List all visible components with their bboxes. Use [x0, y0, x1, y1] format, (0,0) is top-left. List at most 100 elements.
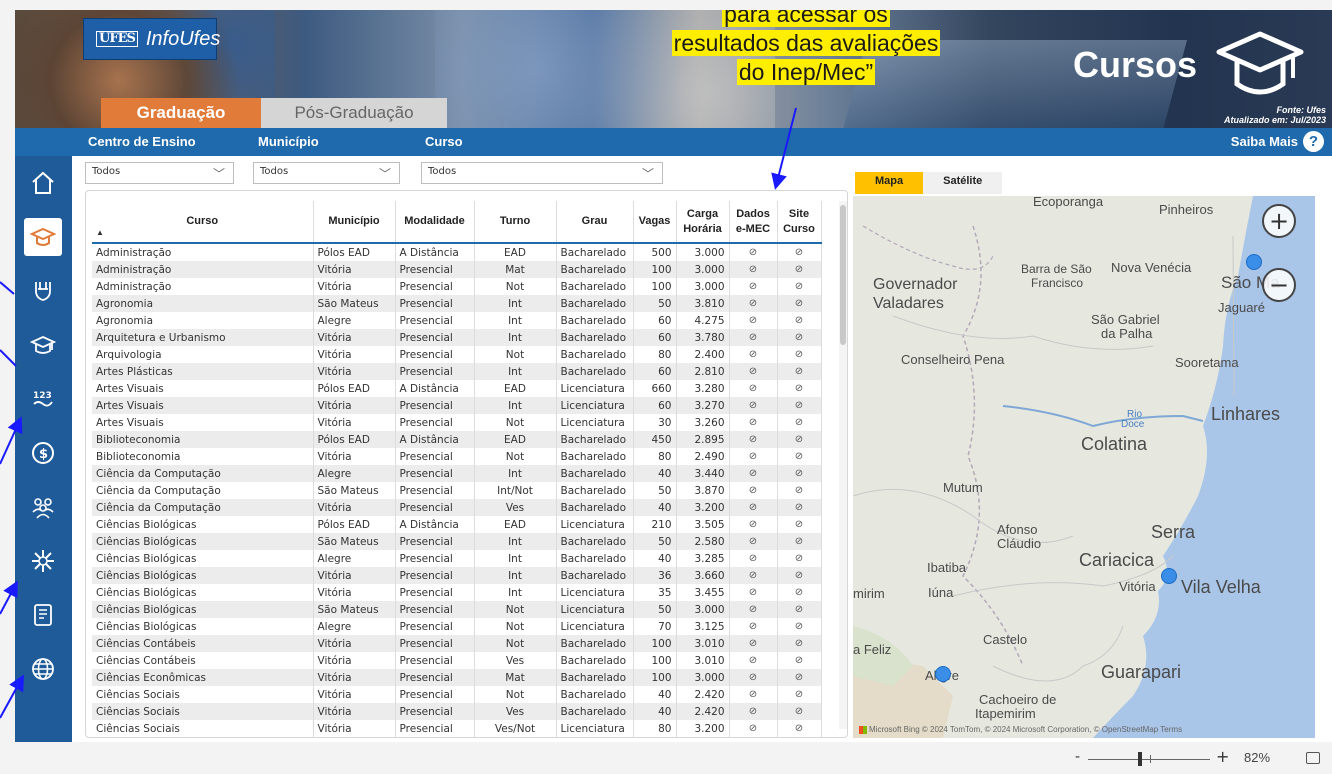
emec-link-icon[interactable]: ⊘ [749, 706, 757, 717]
site-link-icon[interactable]: ⊘ [795, 298, 803, 309]
site-link-icon[interactable]: ⊘ [795, 468, 803, 479]
table-row[interactable]: Ciências Biológicas Vitória Presencial Int B… [92, 567, 822, 584]
site-link-icon[interactable]: ⊘ [795, 570, 803, 581]
column-header-carga-horaria[interactable]: Carga Horária [676, 201, 730, 244]
emec-link-icon[interactable]: ⊘ [749, 519, 757, 530]
sidebar-item-inovacao[interactable] [24, 542, 62, 580]
site-link-icon[interactable]: ⊘ [795, 451, 803, 462]
tab-pos-graduacao[interactable]: Pós-Graduação [261, 98, 447, 128]
emec-link-icon[interactable]: ⊘ [749, 655, 757, 666]
emec-link-icon[interactable]: ⊘ [749, 570, 757, 581]
site-link-icon[interactable]: ⊘ [795, 655, 803, 666]
sidebar-item-documentos[interactable] [24, 596, 62, 634]
emec-link-icon[interactable]: ⊘ [749, 553, 757, 564]
site-link-icon[interactable]: ⊘ [795, 485, 803, 496]
site-link-icon[interactable]: ⊘ [795, 621, 803, 632]
site-link-icon[interactable]: ⊘ [795, 689, 803, 700]
sidebar-item-orcamento[interactable]: $ [24, 434, 62, 472]
zoom-out-control[interactable]: - [1075, 749, 1080, 765]
site-link-icon[interactable]: ⊘ [795, 434, 803, 445]
table-row[interactable]: Administração Vitória Presencial Not Bachare… [92, 278, 822, 295]
emec-link-icon[interactable]: ⊘ [749, 366, 757, 377]
campus-pin-sao-mateus[interactable] [1246, 254, 1262, 270]
site-link-icon[interactable]: ⊘ [795, 247, 803, 258]
site-link-icon[interactable]: ⊘ [795, 502, 803, 513]
tab-mapa[interactable]: Mapa [855, 172, 924, 194]
site-link-icon[interactable]: ⊘ [795, 587, 803, 598]
column-header-dados-emec[interactable]: Dados e-MEC [729, 201, 778, 244]
site-link-icon[interactable]: ⊘ [795, 519, 803, 530]
table-scrollbar-thumb[interactable] [840, 205, 846, 345]
zoom-slider-thumb[interactable] [1138, 752, 1142, 766]
emec-link-icon[interactable]: ⊘ [749, 383, 757, 394]
column-header-municipio[interactable]: Município [313, 201, 396, 244]
emec-link-icon[interactable]: ⊘ [749, 298, 757, 309]
emec-link-icon[interactable]: ⊘ [749, 638, 757, 649]
table-row[interactable]: Arquitetura e Urbanismo Vitória Presencial… [92, 329, 822, 346]
emec-link-icon[interactable]: ⊘ [749, 723, 757, 734]
emec-link-icon[interactable]: ⊘ [749, 332, 757, 343]
table-row[interactable]: Ciências Sociais Vitória Presencial Ves Bach… [92, 703, 822, 720]
site-link-icon[interactable]: ⊘ [795, 417, 803, 428]
sidebar-item-internacional[interactable] [24, 650, 62, 688]
emec-link-icon[interactable]: ⊘ [749, 587, 757, 598]
infoufes-logo[interactable]: UFES InfoUfes [83, 18, 220, 60]
municipio-dropdown[interactable]: Todos ﹀ [253, 162, 400, 184]
tab-graduacao[interactable]: Graduação [101, 98, 261, 128]
table-row[interactable]: Administração Vitória Presencial Mat Bachare… [92, 261, 822, 278]
sidebar-item-cursos[interactable] [24, 218, 62, 256]
curso-dropdown[interactable]: Todos ﹀ [421, 162, 663, 184]
table-row[interactable]: Cinema e AudiovisualVitóriaPresencialNot… [92, 737, 821, 738]
sidebar-item-pessoas[interactable] [24, 488, 62, 526]
emec-link-icon[interactable]: ⊘ [749, 604, 757, 615]
site-link-icon[interactable]: ⊘ [795, 604, 803, 615]
table-row[interactable]: Artes Visuais Vitória Presencial Not Licenci… [92, 414, 822, 431]
emec-link-icon[interactable]: ⊘ [749, 485, 757, 496]
emec-link-icon[interactable]: ⊘ [749, 672, 757, 683]
table-row[interactable]: Ciências Contábeis Vitória Presencial Not Ba… [92, 635, 822, 652]
table-row[interactable]: Ciências Contábeis Vitória Presencial Ves Ba… [92, 652, 822, 669]
table-row[interactable]: Arquivologia Vitória Presencial Not Bacharel… [92, 346, 822, 363]
sidebar-item-numeros[interactable]: 123 [24, 380, 62, 418]
emec-link-icon[interactable]: ⊘ [749, 417, 757, 428]
table-row[interactable]: Ciências Econômicas Vitória Presencial Mat B… [92, 669, 822, 686]
table-row[interactable]: Artes Visuais Pólos EAD A Distância EAD Lice… [92, 380, 822, 397]
table-row[interactable]: Ciências Biológicas Alegre Presencial Int Ba… [92, 550, 822, 567]
site-link-icon[interactable]: ⊘ [795, 672, 803, 683]
emec-link-icon[interactable]: ⊘ [749, 315, 757, 326]
site-link-icon[interactable]: ⊘ [795, 332, 803, 343]
table-row[interactable]: Ciências Biológicas São Mateus Presencial I… [92, 533, 822, 550]
emec-link-icon[interactable]: ⊘ [749, 536, 757, 547]
table-row[interactable]: Ciência da Computação Alegre Presencial Int… [92, 465, 822, 482]
table-row[interactable]: Biblioteconomia Pólos EAD A Distância EAD Ba… [92, 431, 822, 448]
column-header-modalidade[interactable]: Modalidade [395, 201, 475, 244]
table-row[interactable]: Ciências Biológicas Vitória Presencial Int L… [92, 584, 822, 601]
emec-link-icon[interactable]: ⊘ [749, 621, 757, 632]
column-header-curso[interactable]: Curso ▲ [92, 201, 314, 244]
site-link-icon[interactable]: ⊘ [795, 638, 803, 649]
table-row[interactable]: Agronomia São Mateus Presencial Int Bacharel… [92, 295, 822, 312]
site-link-icon[interactable]: ⊘ [795, 383, 803, 394]
saiba-mais-link[interactable]: Saiba Mais [1231, 134, 1298, 149]
site-link-icon[interactable]: ⊘ [795, 536, 803, 547]
site-link-icon[interactable]: ⊘ [795, 400, 803, 411]
table-row[interactable]: Ciência da Computação São Mateus Presencia… [92, 482, 822, 499]
column-header-grau[interactable]: Grau [556, 201, 634, 244]
table-row[interactable]: Ciência da Computação Vitória Presencial Ve… [92, 499, 822, 516]
zoom-in-control[interactable]: + [1216, 747, 1229, 766]
table-row[interactable]: Biblioteconomia Vitória Presencial Not Bacha… [92, 448, 822, 465]
help-icon[interactable]: ? [1303, 131, 1324, 152]
site-link-icon[interactable]: ⊘ [795, 349, 803, 360]
table-row[interactable]: Ciências Biológicas Alegre Presencial Not Li… [92, 618, 822, 635]
emec-link-icon[interactable]: ⊘ [749, 349, 757, 360]
table-row[interactable]: Artes Visuais Vitória Presencial Int Licenci… [92, 397, 822, 414]
emec-link-icon[interactable]: ⊘ [749, 264, 757, 275]
site-link-icon[interactable]: ⊘ [795, 553, 803, 564]
emec-link-icon[interactable]: ⊘ [749, 451, 757, 462]
zoom-slider-track[interactable] [1088, 759, 1210, 760]
table-row[interactable]: Agronomia Alegre Presencial Int Bacharelado 6… [92, 312, 822, 329]
emec-link-icon[interactable]: ⊘ [749, 502, 757, 513]
emec-link-icon[interactable]: ⊘ [749, 247, 757, 258]
table-row[interactable]: Ciências Biológicas Pólos EAD A Distância E… [92, 516, 822, 533]
emec-link-icon[interactable]: ⊘ [749, 400, 757, 411]
